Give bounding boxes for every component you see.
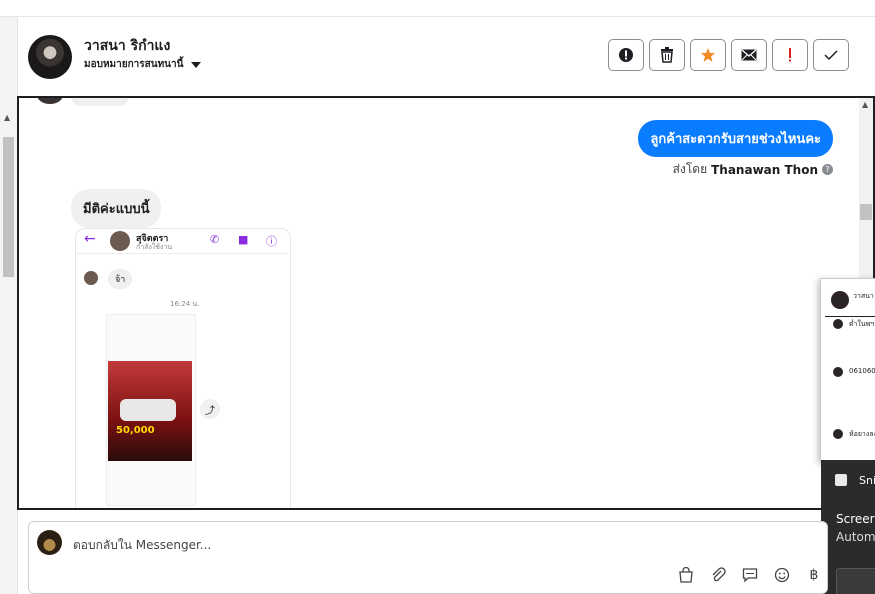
snipping-tool-icon [835, 474, 847, 486]
video-icon: ■ [238, 233, 249, 246]
previous-sender-avatar [37, 98, 63, 104]
phone-icon: ✆ [210, 233, 220, 246]
promo-price: 50,000 [116, 425, 155, 436]
popup-row-text: ต่ำในพฯ [849, 320, 875, 328]
exclamation-icon [789, 48, 791, 62]
notification-app-name: Sni [859, 474, 875, 487]
alert-circle-icon [619, 48, 633, 62]
star-button[interactable] [690, 39, 726, 71]
baht-payment-icon[interactable]: ฿ [805, 566, 823, 584]
shared-image-attachment[interactable]: ← สุจิตตรา กำลังใช้งาน ✆ ■ ⓘ จ้า 16:24 น… [75, 228, 291, 508]
share-icon[interactable]: ⤴ [200, 399, 220, 419]
trash-icon [661, 47, 673, 63]
notification-action-button[interactable] [836, 568, 875, 594]
composer-tools: ฿ [677, 566, 823, 584]
contact-avatar[interactable] [28, 35, 72, 79]
shared-contact-status: กำลังใช้งาน [136, 243, 173, 251]
page-avatar [37, 530, 62, 555]
arrow-left-icon: ← [84, 231, 96, 247]
mail-button[interactable] [731, 39, 767, 71]
message-thread[interactable]: ลูกค้าสะดวกรับสายช่วงไหนคะ ส่งโดย Thanaw… [17, 96, 875, 510]
header-actions [608, 39, 849, 71]
info-icon: ⓘ [266, 235, 277, 248]
snipping-tool-notification[interactable]: Sni Screer Autom [821, 460, 875, 594]
report-button[interactable] [608, 39, 644, 71]
done-button[interactable] [813, 39, 849, 71]
check-icon [824, 50, 838, 61]
reply-composer[interactable]: ตอบกลับใน Messenger... ฿ [28, 521, 828, 594]
shared-message-time: 16:24 น. [170, 300, 200, 308]
emoji-icon[interactable] [773, 566, 791, 584]
left-scrollbar-thumb[interactable] [3, 137, 14, 277]
popup-divider [825, 316, 875, 317]
left-scrollbar[interactable]: ▲ [0, 17, 18, 594]
notification-line-2: Autom [836, 530, 875, 544]
sent-by-info: ส่งโดย Thanawan Thon ? [673, 160, 833, 179]
car-image [120, 399, 176, 421]
question-icon[interactable]: ? [822, 164, 833, 175]
sent-by-name: Thanawan Thon [711, 162, 818, 177]
popup-row-avatar [833, 429, 843, 439]
scroll-up-arrow-icon[interactable]: ▲ [4, 113, 10, 122]
important-button[interactable] [772, 39, 808, 71]
outgoing-message[interactable]: ลูกค้าสะดวกรับสายช่วงไหนคะ [638, 120, 833, 157]
top-bar [0, 0, 875, 17]
incoming-message[interactable]: มีติค่ะแบบนี้ [71, 189, 162, 228]
assign-label: มอบหมายการสนทนานี้ [84, 59, 184, 70]
shared-image-topbar: ← สุจิตตรา กำลังใช้งาน ✆ ■ ⓘ [76, 229, 290, 254]
popup-name: วาสนา ริ [853, 292, 875, 300]
thread-scrollbar-thumb[interactable] [860, 204, 872, 220]
delete-button[interactable] [649, 39, 685, 71]
shared-message-bubble: จ้า [108, 269, 133, 289]
conversation-header: วาสนา ริกำแง มอบหมายการสนทนานี้ [18, 17, 875, 96]
popup-row-text: 061060 [849, 367, 875, 375]
shopping-bag-icon[interactable] [677, 566, 695, 584]
envelope-icon [741, 49, 757, 61]
popup-row-text: ห้อยางละ [849, 430, 875, 438]
popup-row-avatar [833, 367, 843, 377]
saved-replies-icon[interactable] [741, 566, 759, 584]
popup-avatar [831, 291, 849, 309]
notification-line-1: Screer [836, 512, 875, 526]
popup-row-avatar [833, 319, 843, 329]
sent-by-prefix: ส่งโดย [672, 162, 708, 176]
paperclip-icon[interactable] [709, 566, 727, 584]
shared-contact-avatar [110, 231, 130, 251]
assign-conversation-dropdown[interactable]: มอบหมายการสนทนานี้ [84, 57, 202, 72]
scroll-up-arrow-icon[interactable]: ▲ [862, 100, 868, 109]
reply-input[interactable]: ตอบกลับใน Messenger... [73, 536, 211, 555]
caret-down-icon [191, 61, 202, 68]
shared-message-avatar [84, 271, 98, 285]
contact-name: วาสนา ริกำแง [84, 38, 171, 54]
star-icon [701, 48, 715, 62]
previous-message-bubble [71, 98, 129, 106]
preview-popup[interactable]: วาสนา ริ ต่ำในพฯ 061060 ห้อยางละ [820, 278, 875, 462]
